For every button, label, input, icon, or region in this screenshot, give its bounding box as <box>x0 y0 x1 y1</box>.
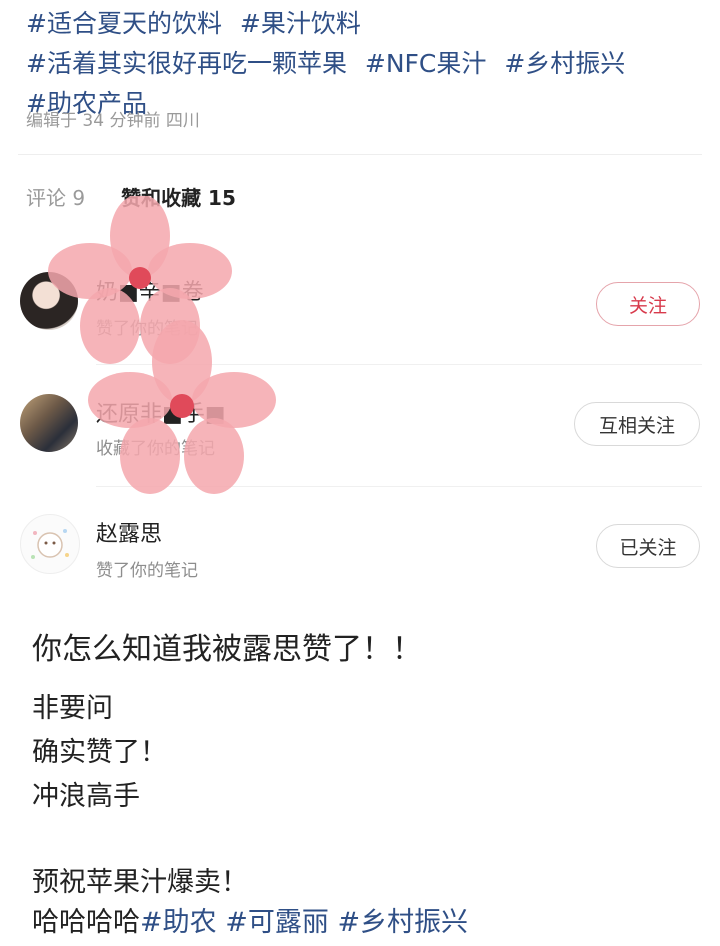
post-tags: 哈哈哈哈#助农 #可露丽 #乡村振兴 <box>32 900 468 939</box>
row-divider <box>96 364 702 365</box>
hashtag-link[interactable]: #乡村振兴 <box>337 907 468 938</box>
follow-button[interactable]: 关注 <box>596 282 700 326</box>
avatar[interactable] <box>20 272 78 330</box>
mutual-follow-button[interactable]: 互相关注 <box>574 402 700 446</box>
notification-tabs: 评论 9 赞和收藏 15 <box>26 182 236 211</box>
edit-timestamp: 编辑于 34 分钟前 四川 <box>26 111 200 131</box>
hashtag-link[interactable]: #NFC果汁 <box>365 49 487 78</box>
user-name[interactable]: 奶■辛■卷 <box>96 274 204 306</box>
avatar[interactable] <box>20 514 80 574</box>
doodle-avatar-icon <box>31 529 69 559</box>
user-name[interactable]: 赵露思 <box>96 516 162 548</box>
row-divider <box>96 486 702 487</box>
post-line: 冲浪高手 <box>32 781 140 812</box>
hashtag-link[interactable]: #可露丽 <box>225 907 329 938</box>
section-divider <box>18 154 702 155</box>
user-action: 赞了你的笔记 <box>96 319 198 339</box>
post-line: 非要问 <box>32 693 113 724</box>
post-line: 确实赞了！ <box>32 737 167 768</box>
user-action: 收藏了你的笔记 <box>96 439 215 459</box>
hashtag-link[interactable]: #活着其实很好再吃一颗苹果 <box>26 49 347 78</box>
hashtag-link[interactable]: #适合夏天的饮料 <box>26 9 222 38</box>
user-action: 赞了你的笔记 <box>96 561 198 581</box>
hashtag-link[interactable]: #助农 <box>140 907 217 938</box>
tab-comments[interactable]: 评论 9 <box>26 182 85 211</box>
tab-likes-favorites[interactable]: 赞和收藏 15 <box>121 182 236 211</box>
hashtag-link[interactable]: #果汁饮料 <box>240 9 361 38</box>
post-line: 预祝苹果汁爆卖！ <box>32 867 248 898</box>
post-tag-prefix: 哈哈哈哈 <box>32 907 140 938</box>
avatar[interactable] <box>20 394 78 452</box>
user-name[interactable]: 还原非■手■ <box>96 396 226 428</box>
post-title: 你怎么知道我被露思赞了！！ <box>32 632 422 667</box>
hashtag-link[interactable]: #乡村振兴 <box>504 49 625 78</box>
followed-button[interactable]: 已关注 <box>596 524 700 568</box>
